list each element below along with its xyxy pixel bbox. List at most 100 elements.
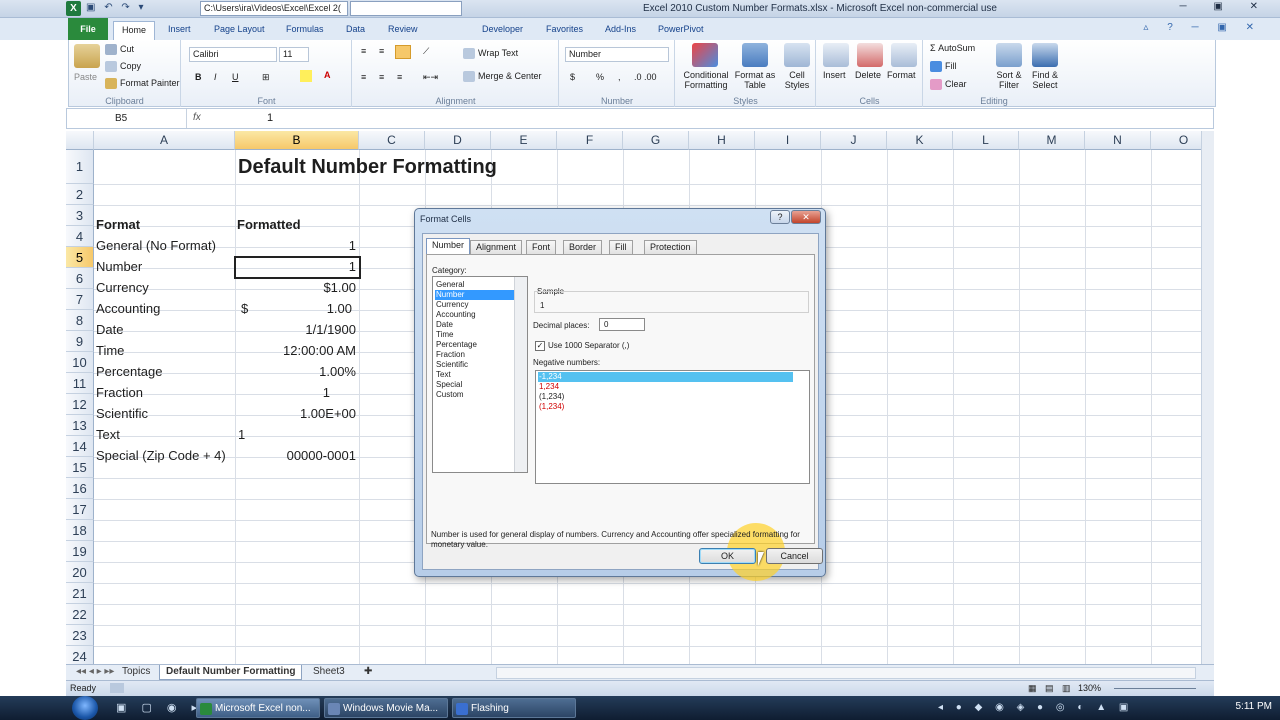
category-item[interactable]: Time [435, 330, 515, 340]
category-list[interactable]: General Number Currency Accounting Date … [432, 276, 528, 473]
tab-page-layout[interactable]: Page Layout [206, 21, 273, 40]
format-button[interactable]: Format [887, 70, 916, 80]
column-header-h[interactable]: H [689, 131, 755, 150]
tab-home[interactable]: Home [113, 21, 156, 40]
category-item[interactable]: Custom [435, 390, 515, 400]
value-cell[interactable]: 1.00% [235, 362, 356, 382]
window-controls[interactable]: ─ ▣ ✕ [1180, 1, 1270, 12]
category-item[interactable]: Accounting [435, 310, 515, 320]
merge-center-button[interactable]: Merge & Center [463, 71, 542, 83]
row-header[interactable]: 8 [66, 310, 94, 331]
value-cell[interactable]: 00000-0001 [235, 446, 356, 466]
tab-protection[interactable]: Protection [644, 240, 697, 254]
tab-powerpivot[interactable]: PowerPivot [650, 21, 712, 40]
delete-button[interactable]: Delete [855, 70, 881, 80]
conditional-formatting-button[interactable]: Conditional Formatting [680, 70, 732, 90]
value-cell[interactable]: 1.00 [235, 299, 352, 319]
horizontal-scrollbar[interactable] [496, 667, 1196, 679]
category-item[interactable]: Percentage [435, 340, 515, 350]
align-left-icon[interactable]: ≡ [361, 72, 366, 82]
decimal-places-stepper[interactable]: 0 [599, 318, 645, 331]
orientation-icon[interactable]: ⟋ [423, 46, 429, 57]
format-cell[interactable]: Currency [96, 278, 149, 298]
row-header[interactable]: 14 [66, 436, 94, 457]
wrap-text-button[interactable]: Wrap Text [463, 48, 518, 60]
column-header-n[interactable]: N [1085, 131, 1151, 150]
column-header-m[interactable]: M [1019, 131, 1085, 150]
row-header[interactable]: 12 [66, 394, 94, 415]
name-box[interactable]: B5 [67, 109, 187, 128]
percent-button[interactable]: % [596, 72, 604, 82]
format-cell[interactable]: Time [96, 341, 124, 361]
sheet-tab-topics[interactable]: Topics [116, 665, 156, 680]
format-cell[interactable]: Special (Zip Code + 4) [96, 446, 226, 466]
view-buttons[interactable]: ▦ ▤ ▥ [1028, 683, 1074, 694]
cell-styles-button[interactable]: Cell Styles [780, 70, 814, 90]
row-header[interactable]: 7 [66, 289, 94, 310]
column-header-d[interactable]: D [425, 131, 491, 150]
insert-function-icon[interactable]: fx [193, 112, 201, 123]
paste-icon[interactable] [74, 44, 100, 68]
row-header[interactable]: 15 [66, 457, 94, 478]
clock[interactable]: 5:11 PM [1236, 701, 1273, 712]
tab-alignment[interactable]: Alignment [470, 240, 523, 254]
formula-input[interactable]: 1 [267, 109, 273, 128]
row-header[interactable]: 17 [66, 499, 94, 520]
ribbon-help-icons[interactable]: ▵ ? ─ ▣ ✕ [1143, 22, 1262, 33]
column-header-l[interactable]: L [953, 131, 1019, 150]
fill-button[interactable]: Fill [930, 61, 957, 73]
sort-filter-icon[interactable] [996, 43, 1022, 67]
tab-border[interactable]: Border [563, 240, 603, 254]
delete-cells-icon[interactable] [857, 43, 883, 67]
row-header[interactable]: 24 [66, 646, 94, 664]
tab-add-ins[interactable]: Add-Ins [597, 21, 644, 40]
sheet-tab-default-number-formatting[interactable]: Default Number Formatting [159, 665, 303, 680]
format-cell[interactable]: Scientific [96, 404, 148, 424]
value-cell[interactable]: 1 [235, 236, 356, 256]
category-item[interactable]: Fraction [435, 350, 515, 360]
bold-button[interactable]: B [195, 72, 202, 82]
tab-fill[interactable]: Fill [609, 240, 633, 254]
format-table-icon[interactable] [742, 43, 768, 67]
category-item[interactable]: Date [435, 320, 515, 330]
close-button[interactable]: ✕ [791, 210, 821, 224]
format-cell[interactable]: Number [96, 257, 142, 277]
tab-file[interactable]: File [68, 18, 108, 40]
system-tray-icons[interactable]: ◂ ● ◆ ◉ ◈ ● ◎ ◐ ▲ ▣ [938, 702, 1133, 713]
zoom-slider[interactable] [1114, 688, 1196, 689]
font-color-icon[interactable]: A [324, 70, 331, 80]
row-header[interactable]: 23 [66, 625, 94, 646]
font-size-select[interactable]: 11 [279, 47, 309, 62]
decimal-increase-icon[interactable]: .0 .00 [634, 72, 657, 82]
column-header-i[interactable]: I [755, 131, 821, 150]
row-header[interactable]: 11 [66, 373, 94, 394]
quick-launch-icons[interactable]: ▣ ▢ ◉ ▸ [116, 701, 203, 714]
align-right-icon[interactable]: ≡ [397, 72, 402, 82]
format-cell[interactable]: Fraction [96, 383, 143, 403]
category-item[interactable]: General [435, 280, 515, 290]
binoculars-icon[interactable] [1032, 43, 1058, 67]
format-cell[interactable]: Accounting [96, 299, 160, 319]
row-header[interactable]: 19 [66, 541, 94, 562]
category-item[interactable]: Text [435, 370, 515, 380]
help-button[interactable]: ? [770, 210, 790, 224]
align-center-icon[interactable]: ≡ [379, 72, 384, 82]
row-header[interactable]: 10 [66, 352, 94, 373]
selected-cell-b5[interactable] [234, 256, 361, 279]
sort-filter-button[interactable]: Sort & Filter [992, 70, 1026, 90]
cancel-button[interactable]: Cancel [766, 548, 823, 564]
tab-developer[interactable]: Developer [474, 21, 531, 40]
sheet-title[interactable]: Default Number Formatting [238, 153, 497, 181]
indent-icon[interactable]: ⇤⇥ [423, 72, 438, 83]
clear-button[interactable]: Clear [930, 79, 967, 91]
taskbar-excel[interactable]: Microsoft Excel non... [196, 698, 320, 718]
value-cell[interactable]: 1.00E+00 [235, 404, 356, 424]
format-cell[interactable]: Text [96, 425, 120, 445]
row-header[interactable]: 18 [66, 520, 94, 541]
zoom-level[interactable]: 130% [1078, 683, 1101, 693]
font-name-select[interactable]: Calibri [189, 47, 277, 62]
underline-button[interactable]: U [232, 72, 239, 82]
column-header-e[interactable]: E [491, 131, 557, 150]
sheet-tab-sheet3[interactable]: Sheet3 [307, 665, 351, 680]
format-cells-icon[interactable] [891, 43, 917, 67]
